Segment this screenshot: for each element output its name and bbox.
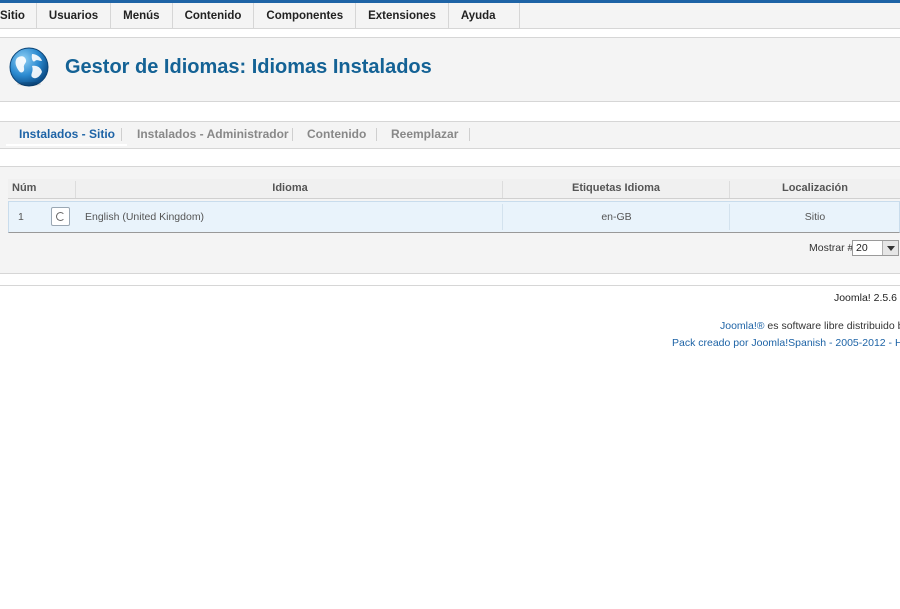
menu-item-usuarios[interactable]: Usuarios — [37, 3, 112, 28]
main-menu-bar: Sitio Usuarios Menús Contenido Component… — [0, 3, 900, 29]
menu-item-contenido[interactable]: Contenido — [173, 3, 255, 28]
table-header: Núm Idioma Etiquetas Idioma Localización — [8, 179, 900, 199]
version-text: Joomla! 2.5.6 — [833, 292, 897, 304]
list-limit-select[interactable]: 20 — [852, 240, 899, 256]
submenu-tabs: Instalados - Sitio Instalados - Administ… — [0, 121, 900, 149]
footer-license: Joomla!® es software libre distribuido b… — [720, 320, 900, 332]
footer-credits[interactable]: Pack creado por Joomla!Spanish - 2005-20… — [672, 337, 900, 349]
tab-separator — [469, 128, 470, 141]
row-num: 1 — [18, 211, 24, 223]
column-divider — [75, 181, 76, 198]
row-language: English (United Kingdom) — [85, 211, 205, 223]
tab-instalados-administrador[interactable]: Instalados - Administrador — [137, 122, 289, 148]
col-header-etiquetas[interactable]: Etiquetas Idioma — [503, 179, 729, 198]
tab-instalados-sitio[interactable]: Instalados - Sitio — [5, 122, 128, 148]
col-header-num[interactable]: Núm — [12, 179, 36, 198]
tab-separator — [376, 128, 377, 141]
list-limit-label: Mostrar # — [809, 242, 854, 254]
menu-item-sitio[interactable]: Sitio — [0, 3, 37, 28]
table-row[interactable]: 1 English (United Kingdom) en-GB Sitio — [8, 201, 900, 233]
tab-separator — [121, 128, 122, 141]
menu-item-componentes[interactable]: Componentes — [254, 3, 357, 28]
col-header-localizacion[interactable]: Localización — [730, 179, 900, 198]
col-header-idioma[interactable]: Idioma — [78, 179, 502, 198]
list-limit-value: 20 — [856, 242, 868, 254]
page-header: Gestor de Idiomas: Idiomas Instalados — [0, 37, 900, 102]
tab-separator — [292, 128, 293, 141]
globe-icon — [9, 47, 49, 87]
joomla-link[interactable]: Joomla!® — [720, 320, 765, 332]
languages-panel: Núm Idioma Etiquetas Idioma Localización… — [0, 166, 900, 274]
row-location: Sitio — [804, 211, 826, 223]
default-language-radio[interactable] — [51, 207, 70, 226]
chevron-down-icon[interactable] — [882, 241, 898, 255]
spinner-icon — [56, 212, 65, 221]
footer-divider — [0, 285, 900, 286]
license-text: es software libre distribuido ba — [764, 320, 900, 332]
menu-item-extensiones[interactable]: Extensiones — [356, 3, 449, 28]
row-tag: en-GB — [601, 211, 632, 223]
tab-reemplazar[interactable]: Reemplazar — [391, 122, 458, 148]
page-title: Gestor de Idiomas: Idiomas Instalados — [65, 56, 432, 78]
tab-contenido[interactable]: Contenido — [307, 122, 366, 148]
menu-item-menus[interactable]: Menús — [111, 3, 173, 28]
menu-item-ayuda[interactable]: Ayuda — [449, 3, 520, 28]
